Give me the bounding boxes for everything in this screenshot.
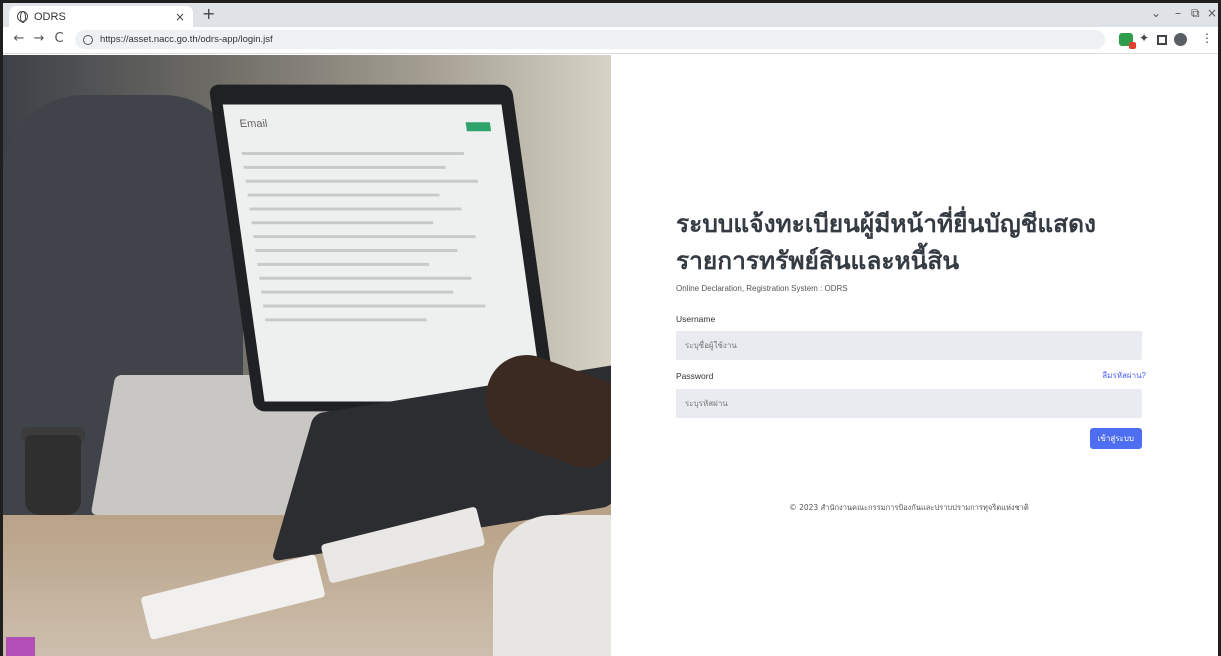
- forward-button[interactable]: →: [31, 31, 47, 46]
- footer-copyright: © 2023 สำนักงานคณะกรรมการป้องกันและปราบป…: [789, 503, 1029, 512]
- minimize-button[interactable]: –: [1175, 6, 1181, 20]
- tab-odrs[interactable]: ODRS ×: [9, 6, 193, 27]
- tab-title: ODRS: [34, 10, 66, 23]
- tab-search-icon[interactable]: ⌄: [1151, 6, 1161, 20]
- screen-email-label: Email: [238, 118, 269, 131]
- password-label: Password: [676, 370, 714, 381]
- tab-strip: ODRS × + ⌄ – ⧉ ×: [3, 3, 1218, 27]
- username-label: Username: [676, 314, 716, 324]
- page-title-line-2: รายการทรัพย์สินและหนี้สิน: [676, 246, 960, 275]
- close-window-button[interactable]: ×: [1207, 6, 1217, 20]
- page-content: Email ระบบแจ้งทะเบียนผู้มีหน้าที่ยื่นบัญ…: [3, 55, 1218, 656]
- browser-window: ODRS × + ⌄ – ⧉ × ← → C https://asset.nac…: [0, 0, 1221, 656]
- page-title: ระบบแจ้งทะเบียนผู้มีหน้าที่ยื่นบัญชีแสดง…: [676, 205, 1146, 279]
- forgot-password-link[interactable]: ลืมรหัสผ่าน?: [1102, 369, 1146, 382]
- page-subtitle: Online Declaration, Registration System …: [676, 284, 848, 293]
- restore-button[interactable]: ⧉: [1191, 6, 1200, 21]
- browser-toolbar: ← → C https://asset.nacc.go.th/odrs-app/…: [3, 27, 1218, 54]
- address-bar[interactable]: https://asset.nacc.go.th/odrs-app/login.…: [75, 30, 1105, 49]
- site-info-icon[interactable]: [83, 34, 93, 45]
- password-input[interactable]: [676, 389, 1142, 418]
- browser-menu-icon[interactable]: ⋮: [1201, 31, 1215, 45]
- profile-avatar-icon[interactable]: [1174, 33, 1187, 46]
- login-button[interactable]: เข้าสู่ระบบ: [1089, 428, 1142, 449]
- hero-image: Email: [3, 55, 611, 656]
- tab-close-icon[interactable]: ×: [175, 10, 185, 24]
- side-panel-icon[interactable]: [1157, 35, 1167, 45]
- extensions-puzzle-icon[interactable]: ✦: [1139, 31, 1153, 45]
- globe-icon: [17, 11, 28, 23]
- reload-button[interactable]: C: [51, 31, 67, 46]
- corner-badge: [6, 637, 35, 656]
- username-input[interactable]: [676, 331, 1142, 360]
- laptop-screen: Email: [222, 104, 544, 402]
- back-button[interactable]: ←: [11, 31, 27, 46]
- extension-icon[interactable]: [1119, 33, 1136, 49]
- login-panel: ระบบแจ้งทะเบียนผู้มีหน้าที่ยื่นบัญชีแสดง…: [676, 205, 1146, 449]
- page-title-line-1: ระบบแจ้งทะเบียนผู้มีหน้าที่ยื่นบัญชีแสดง: [676, 209, 1096, 238]
- new-tab-button[interactable]: +: [202, 5, 215, 23]
- url-text[interactable]: https://asset.nacc.go.th/odrs-app/login.…: [100, 34, 273, 45]
